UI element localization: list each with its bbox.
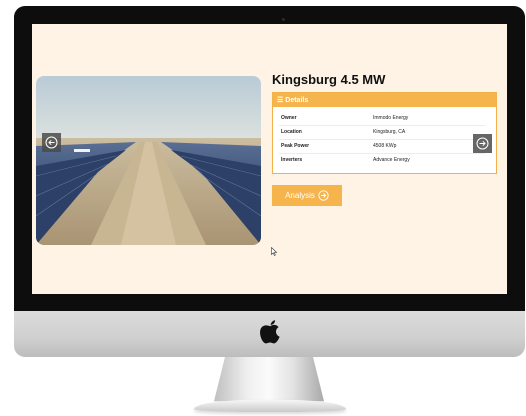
detail-key: Inverters — [281, 157, 303, 163]
page-title: Kingsburg 4.5 MW — [272, 72, 386, 87]
table-row: Location Kingsburg, CA — [279, 125, 485, 140]
detail-key: Location — [279, 125, 371, 140]
table-row: Peak Power 4508 KWp — [279, 139, 485, 154]
mouse-pointer-icon — [271, 247, 278, 256]
slider-prev-button[interactable] — [42, 133, 61, 152]
analysis-button-label: Analysis — [285, 191, 315, 200]
details-header: ☰ Details — [273, 93, 496, 107]
details-header-label: Details — [285, 96, 309, 104]
table-row: Inverters Advance Energy — [279, 154, 485, 168]
table-row: Owner Immodo Energy — [279, 112, 485, 126]
arrow-right-circle-icon — [318, 190, 329, 201]
arrow-right-circle-icon — [476, 137, 489, 150]
image-slider[interactable] — [36, 76, 261, 245]
camera-dot — [282, 18, 285, 21]
detail-value: Kingsburg, CA — [371, 125, 485, 140]
detail-key: Owner — [279, 112, 371, 126]
arrow-left-circle-icon — [45, 136, 58, 149]
apple-icon — [260, 320, 280, 344]
details-table: Owner Immodo Energy Location Kingsburg, … — [279, 112, 485, 167]
details-panel: ☰ Details Owner Immodo Energy Location K… — [272, 92, 497, 174]
monitor-stand-base — [194, 400, 346, 412]
detail-value: Advance Energy — [373, 157, 410, 163]
screen: Kingsburg 4.5 MW ☰ Details Owner Immodo … — [32, 24, 507, 294]
analysis-button[interactable]: Analysis — [272, 185, 342, 206]
solar-farm-photo — [36, 76, 261, 245]
detail-value: Immodo Energy — [371, 112, 485, 126]
menu-icon: ☰ — [277, 97, 284, 104]
detail-key: Peak Power — [279, 139, 371, 154]
slider-next-button[interactable] — [473, 134, 492, 153]
detail-value: 4508 KWp — [371, 139, 485, 154]
